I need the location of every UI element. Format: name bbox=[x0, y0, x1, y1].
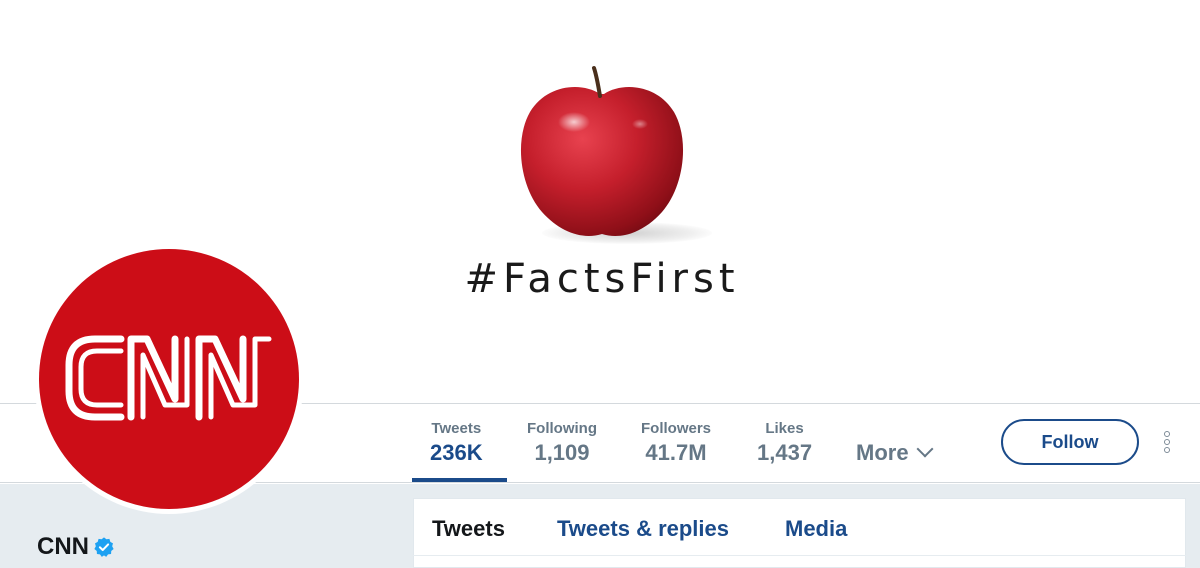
apple-illustration bbox=[520, 66, 684, 236]
stat-following[interactable]: Following 1,109 bbox=[527, 420, 597, 468]
stat-tweets[interactable]: Tweets 236K bbox=[430, 420, 483, 468]
follow-button[interactable]: Follow bbox=[1001, 419, 1139, 465]
stat-likes[interactable]: Likes 1,437 bbox=[757, 420, 812, 468]
profile-name[interactable]: CNN bbox=[37, 533, 89, 561]
cnn-logo bbox=[39, 249, 299, 509]
chevron-down-icon bbox=[916, 440, 934, 458]
stat-followers[interactable]: Followers 41.7M bbox=[641, 420, 711, 468]
tab-tweets[interactable]: Tweets bbox=[432, 516, 505, 542]
avatar[interactable] bbox=[34, 244, 304, 514]
stat-label: Tweets bbox=[431, 420, 482, 437]
profile-name-row: CNN bbox=[37, 530, 115, 564]
tab-media[interactable]: Media bbox=[785, 516, 847, 542]
more-dropdown[interactable]: More bbox=[856, 440, 934, 466]
more-label: More bbox=[856, 440, 909, 465]
tabs-divider bbox=[413, 555, 1186, 556]
apple-image bbox=[512, 62, 712, 252]
stat-value: 1,437 bbox=[757, 440, 813, 465]
more-options-icon[interactable] bbox=[1160, 431, 1174, 457]
stat-value: 236K bbox=[430, 440, 483, 465]
active-stat-underline bbox=[412, 478, 507, 482]
tab-tweets-replies[interactable]: Tweets & replies bbox=[557, 516, 729, 542]
stat-label: Following bbox=[527, 420, 597, 437]
cnn-logo-mark bbox=[65, 335, 272, 421]
stat-value: 1,109 bbox=[534, 440, 590, 465]
stat-label: Likes bbox=[765, 420, 804, 437]
stat-label: Followers bbox=[641, 420, 712, 437]
stat-value: 41.7M bbox=[645, 440, 707, 465]
verified-badge-icon bbox=[94, 537, 114, 557]
